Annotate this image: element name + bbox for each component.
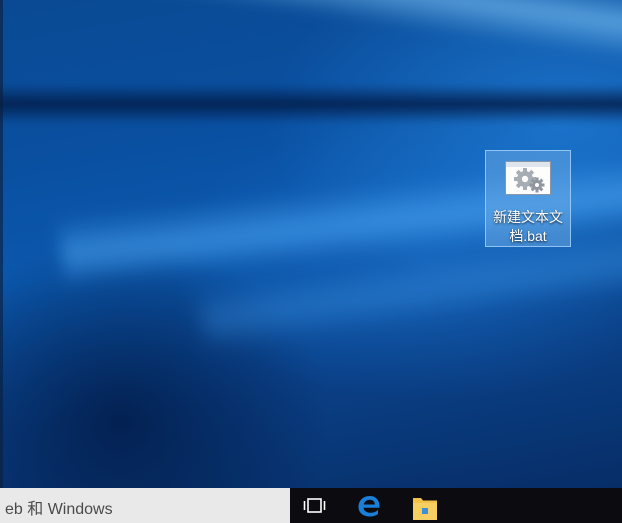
desktop-icon-bat-file[interactable]: 新建文本文档.bat [485, 150, 571, 247]
batch-file-gears-icon [505, 161, 551, 195]
wallpaper-dark-band [0, 84, 622, 124]
taskbar: eb 和 Windows [0, 488, 622, 523]
desktop-background[interactable]: 新建文本文档.bat [0, 0, 622, 523]
wallpaper-light-beam [118, 0, 622, 72]
search-placeholder-text: eb 和 Windows [5, 501, 113, 518]
explorer-button[interactable] [401, 488, 449, 523]
task-view-button[interactable] [291, 488, 339, 523]
window-edge [0, 0, 3, 488]
cortana-search-box[interactable]: eb 和 Windows [0, 488, 290, 523]
edge-button[interactable] [346, 488, 394, 523]
desktop-icon-label: 新建文本文档.bat [493, 209, 563, 244]
